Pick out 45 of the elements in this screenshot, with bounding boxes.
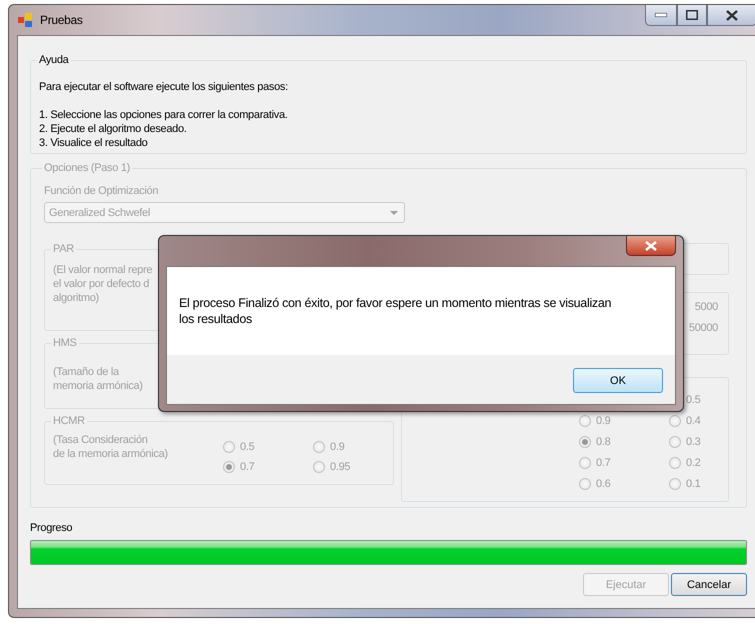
window-title: Pruebas <box>40 13 83 27</box>
radio-label: 0.4 <box>686 415 700 427</box>
radio-label: 0.9 <box>596 415 610 427</box>
progress-label: Progreso <box>30 522 74 534</box>
radio-label: 0.95 <box>330 461 350 473</box>
app-icon <box>17 12 33 28</box>
group-title: HCMR <box>52 415 86 427</box>
help-step: 1. Seleccione las opciones para correr la comparativa. <box>39 108 738 122</box>
description-line: (El valor normal repre <box>53 263 152 277</box>
function-label: Función de Optimización <box>44 185 160 197</box>
radio-label: 0.2 <box>686 457 700 469</box>
help-step: 3. Visualice el resultado <box>39 136 738 150</box>
dialog-message: El proceso Finalizó con éxito, por favor espere un momento mientras se visualizan los resultados <box>179 296 612 326</box>
radio-label: 0.1 <box>686 478 700 490</box>
maximize-button[interactable] <box>677 5 707 26</box>
group-description: (Tamaño de la memoria armónica) <box>53 365 144 393</box>
help-step: 2. Ejecute el algoritmo deseado. <box>39 122 738 136</box>
minimize-icon <box>655 13 667 17</box>
radio-label: 0.7 <box>596 457 610 469</box>
group-description: (Tasa Consideración de la memoria armónica) <box>53 433 169 462</box>
help-text: Para ejecutar el software ejecute los siguientes pasos: <box>39 80 289 94</box>
radio-label: 5000 <box>694 301 718 313</box>
close-button[interactable] <box>707 5 755 26</box>
radio-label: 0.7 <box>240 461 254 473</box>
radio-label: 0.3 <box>686 436 700 448</box>
minimize-button[interactable] <box>645 5 677 26</box>
close-icon <box>726 10 738 20</box>
description-line: el valor por defecto d <box>53 277 150 291</box>
group-title: PAR <box>52 243 75 255</box>
cancel-button[interactable]: Cancelar <box>671 573 747 596</box>
radio-label: 0.9 <box>330 441 344 453</box>
group-title: HMS <box>52 337 78 349</box>
radio-label: 0.8 <box>596 436 610 448</box>
ok-button[interactable]: OK <box>573 368 663 393</box>
radio-label: 0.5 <box>686 394 700 406</box>
maximize-icon <box>686 10 698 20</box>
caret-icon <box>390 210 398 214</box>
radio-label: 0.5 <box>240 441 254 453</box>
radio-label: 0.6 <box>596 478 610 490</box>
close-button[interactable] <box>626 236 676 256</box>
radio-label: 50000 <box>688 322 718 334</box>
group-title: Ayuda <box>38 54 70 66</box>
close-icon <box>645 240 657 250</box>
description-line: algoritmo) <box>53 291 99 305</box>
group-title: Opciones (Paso 1) <box>43 162 131 174</box>
